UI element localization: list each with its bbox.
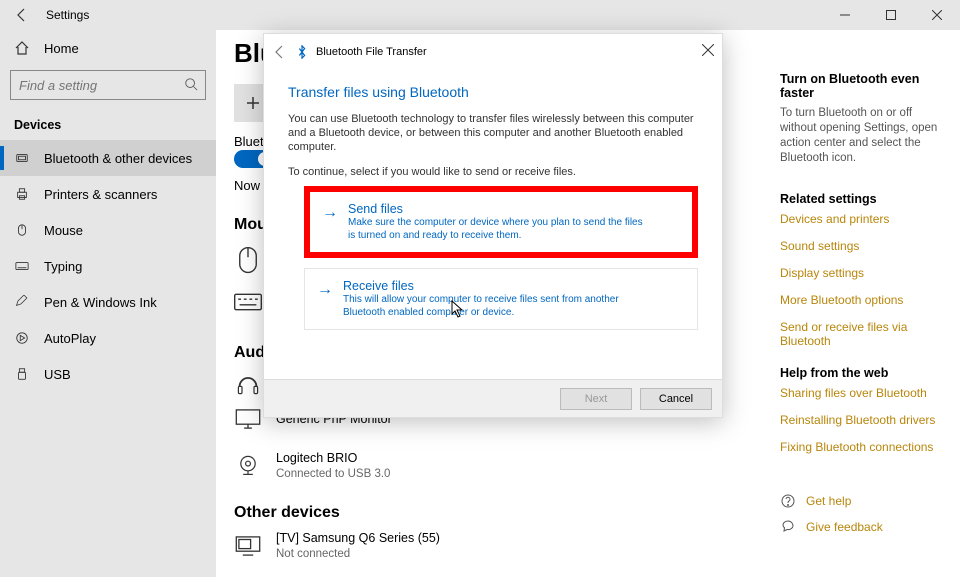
titlebar: Settings [0,0,960,30]
arrow-right-icon: → [322,204,338,242]
link-more-bt[interactable]: More Bluetooth options [780,293,948,307]
option-desc: This will allow your computer to receive… [343,293,643,319]
home-icon [14,40,30,56]
window-controls [822,0,960,30]
close-button[interactable] [914,0,960,30]
device-row[interactable]: Logitech BRIO Connected to USB 3.0 [234,450,390,482]
arrow-right-icon: → [317,281,333,319]
webcam-icon [234,452,262,480]
next-button[interactable]: Next [560,388,632,410]
bluetooth-label: Bluet [234,134,264,149]
get-help[interactable]: Get help [780,493,948,509]
wizard-title: Bluetooth File Transfer [316,46,427,58]
feedback-label: Give feedback [806,520,883,534]
sidebar-item-label: Pen & Windows Ink [44,295,157,310]
help-icon [780,493,796,509]
device-row[interactable]: [TV] Samsung Q6 Series (55) Not connecte… [234,530,440,562]
device-name: [TV] Samsung Q6 Series (55) [276,530,440,546]
device-sub: Not connected [276,546,440,562]
device-row[interactable] [234,288,262,316]
cursor-icon [451,300,465,318]
search-icon [184,77,198,91]
sidebar-item-label: USB [44,367,71,382]
mouse-icon [14,222,30,238]
link-sharing[interactable]: Sharing files over Bluetooth [780,386,948,400]
minimize-button[interactable] [822,0,868,30]
right-text: To turn Bluetooth on or off without open… [780,106,948,166]
option-desc: Make sure the computer or device where y… [348,216,648,242]
option-title: Send files [348,202,648,216]
sidebar: Home Devices Bluetooth & other devices P… [0,30,216,577]
option-title: Receive files [343,279,643,293]
right-column: Turn on Bluetooth even faster To turn Bl… [780,72,948,545]
wizard-back-icon[interactable] [272,44,288,60]
autoplay-icon [14,330,30,346]
section-other-heading: Other devices [234,504,340,522]
sidebar-item-usb[interactable]: USB [0,356,216,392]
sidebar-item-label: Printers & scanners [44,187,157,202]
monitor-icon [234,405,262,433]
right-heading: Turn on Bluetooth even faster [780,72,948,100]
sidebar-item-printers[interactable]: Printers & scanners [0,176,216,212]
device-row[interactable] [234,246,262,274]
device-sub: Connected to USB 3.0 [276,466,390,482]
right-heading: Help from the web [780,366,948,380]
printer-icon [14,186,30,202]
device-row[interactable] [234,370,262,398]
keyboard-icon [14,258,30,274]
device-name: Logitech BRIO [276,450,390,466]
bluetooth-icon [296,45,308,59]
feedback-icon [780,519,796,535]
headphones-icon [234,370,262,398]
give-feedback[interactable]: Give feedback [780,519,948,535]
pen-icon [14,294,30,310]
option-receive-files[interactable]: → Receive files This will allow your com… [304,268,698,330]
sidebar-item-pen[interactable]: Pen & Windows Ink [0,284,216,320]
link-fixing[interactable]: Fixing Bluetooth connections [780,440,948,454]
wizard-desc: You can use Bluetooth technology to tran… [288,112,698,154]
wizard-footer: Next Cancel [264,379,722,417]
sidebar-item-typing[interactable]: Typing [0,248,216,284]
sidebar-item-label: Mouse [44,223,83,238]
link-send-recv[interactable]: Send or receive files via Bluetooth [780,320,948,348]
help-label: Get help [806,494,851,508]
sidebar-item-label: AutoPlay [44,331,96,346]
wizard-heading: Transfer files using Bluetooth [288,84,698,100]
plus-icon [245,95,261,111]
cancel-button[interactable]: Cancel [640,388,712,410]
section-mouse-heading: Mou [234,216,267,234]
right-heading: Related settings [780,192,948,206]
sidebar-group: Devices [0,110,216,140]
wizard-close-button[interactable] [702,44,714,56]
bluetooth-file-transfer-dialog: Bluetooth File Transfer Transfer files u… [263,33,723,418]
link-display[interactable]: Display settings [780,266,948,280]
sidebar-item-mouse[interactable]: Mouse [0,212,216,248]
usb-icon [14,366,30,382]
sidebar-item-bluetooth[interactable]: Bluetooth & other devices [0,140,216,176]
link-reinstall[interactable]: Reinstalling Bluetooth drivers [780,413,948,427]
wizard-desc2: To continue, select if you would like to… [288,166,698,178]
link-sound[interactable]: Sound settings [780,239,948,253]
home-label: Home [44,41,79,56]
sidebar-home[interactable]: Home [0,30,216,66]
sidebar-item-autoplay[interactable]: AutoPlay [0,320,216,356]
link-devices-printers[interactable]: Devices and printers [780,212,948,226]
back-icon[interactable] [14,7,30,23]
bluetooth-icon [14,150,30,166]
maximize-button[interactable] [868,0,914,30]
mouse-icon [234,246,262,274]
search-input[interactable] [10,70,206,100]
sidebar-item-label: Bluetooth & other devices [44,151,192,166]
sidebar-item-label: Typing [44,259,82,274]
tv-icon [234,532,262,560]
keyboard-icon [234,288,262,316]
search-box[interactable] [10,70,206,100]
option-send-files[interactable]: → Send files Make sure the computer or d… [304,186,698,258]
app-title: Settings [46,8,89,22]
